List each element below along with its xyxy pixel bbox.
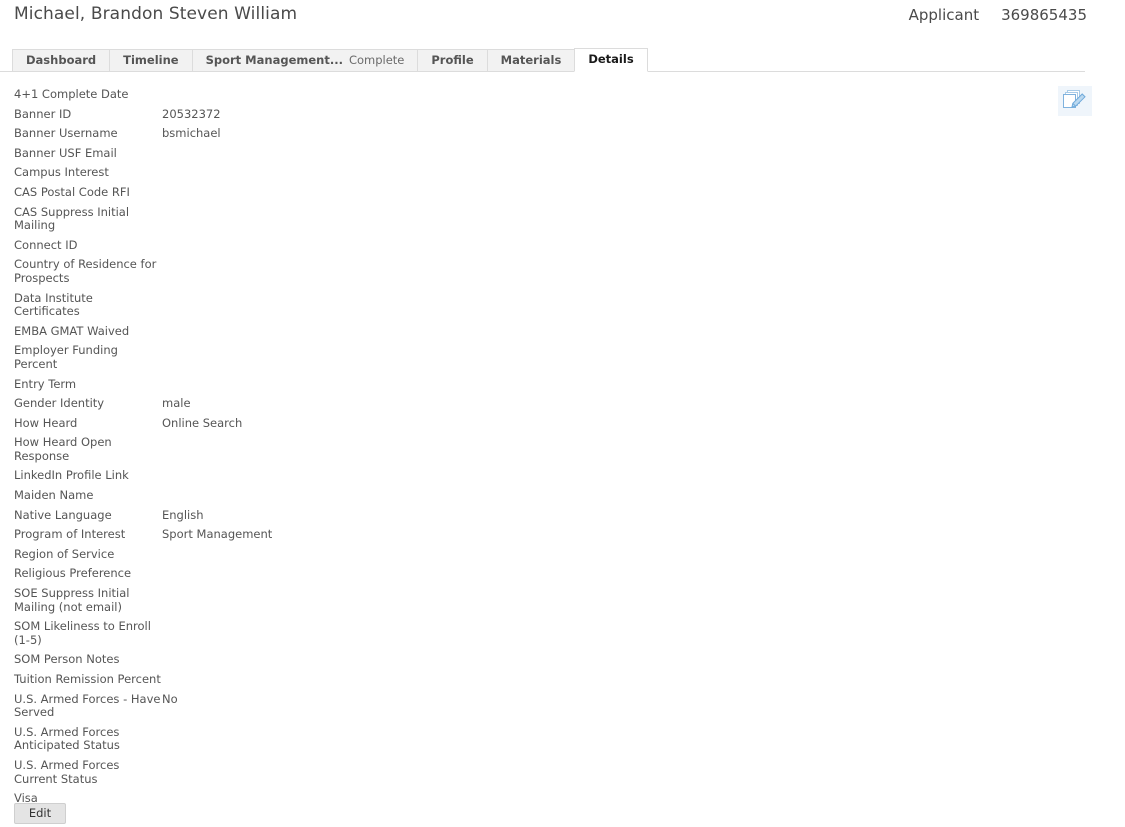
detail-row: Banner ID 20532372	[14, 106, 914, 122]
tab-label: Timeline	[123, 52, 179, 67]
detail-field-value: English	[162, 507, 204, 522]
detail-row: Banner Username bsmichael	[14, 127, 914, 141]
tab-bar: Dashboard Timeline Sport Management... Comp…	[0, 47, 1085, 72]
detail-row: Region of Service	[14, 546, 914, 562]
person-id-number: 369865435	[1001, 6, 1087, 24]
detail-field-label: Banner USF Email	[14, 145, 117, 160]
detail-row: Visa	[14, 792, 914, 806]
detail-row: Religious Preference	[14, 567, 914, 581]
detail-field-value: No	[162, 691, 178, 706]
detail-field-label: Banner ID	[14, 106, 72, 121]
detail-row: Program of Interest Sport Management	[14, 528, 914, 542]
detail-field-label: U.S. Armed Forces Current Status	[14, 757, 120, 786]
detail-field-label: Native Language	[14, 507, 112, 522]
detail-field-label: Region of Service	[14, 546, 115, 561]
detail-field-label: Connect ID	[14, 237, 78, 252]
detail-row: U.S. Armed Forces Current Status	[14, 757, 914, 786]
detail-row: 4+1 Complete Date	[14, 87, 914, 102]
detail-row: Data Institute Certificates	[14, 290, 914, 319]
detail-row: SOM Likeliness to Enroll (1-5)	[14, 619, 914, 647]
tab-label: Materials	[500, 52, 562, 67]
edit-documents-pencil-icon[interactable]	[1058, 86, 1092, 116]
tab-timeline[interactable]: Timeline	[109, 49, 192, 72]
detail-field-label: Campus Interest	[14, 165, 109, 180]
detail-field-label: CAS Suppress Initial Mailing	[14, 204, 130, 233]
detail-row: Country of Residence for Prospects	[14, 257, 914, 285]
detail-field-label: Banner Username	[14, 126, 118, 141]
detail-field-value: Online Search	[162, 415, 243, 430]
detail-row: Gender Identity male	[14, 396, 914, 411]
detail-field-label: Data Institute Certificates	[14, 290, 93, 319]
detail-row: CAS Postal Code RFI	[14, 184, 914, 200]
detail-row: EMBA GMAT Waived	[14, 323, 914, 339]
detail-field-label: CAS Postal Code RFI	[14, 184, 130, 199]
tab-status-label: Complete	[348, 52, 405, 67]
detail-field-label: Employer Funding Percent	[14, 343, 118, 371]
detail-field-label: EMBA GMAT Waived	[14, 323, 130, 338]
detail-field-label: LinkedIn Profile Link	[14, 468, 129, 483]
detail-field-label: Gender Identity	[14, 396, 105, 411]
person-role-label: Applicant	[908, 6, 980, 24]
tab-sport-management[interactable]: Sport Management... Complete	[191, 49, 418, 72]
detail-field-label: Maiden Name	[14, 488, 94, 503]
detail-row: Connect ID	[14, 237, 914, 253]
detail-field-label: Religious Preference	[14, 566, 132, 581]
tab-materials[interactable]: Materials	[486, 49, 575, 72]
detail-row: Campus Interest	[14, 166, 914, 180]
tab-list: Dashboard Timeline Sport Management... Comp…	[12, 48, 648, 72]
detail-field-value: 20532372	[162, 106, 221, 121]
detail-field-label: Tuition Remission Percent	[14, 672, 161, 686]
tab-details[interactable]: Details	[574, 48, 648, 72]
detail-row: CAS Suppress Initial Mailing	[14, 204, 914, 233]
detail-field-label: How Heard	[14, 415, 78, 430]
detail-field-label: SOM Person Notes	[14, 652, 120, 667]
detail-field-label: SOM Likeliness to Enroll (1-5)	[14, 619, 151, 647]
detail-field-label: How Heard Open Response	[14, 435, 112, 463]
page-header: Michael, Brandon Steven William Applican…	[0, 0, 1125, 40]
tab-label: Dashboard	[26, 52, 97, 67]
detail-row: SOM Person Notes	[14, 653, 914, 667]
detail-row: Native Language English	[14, 507, 914, 523]
detail-field-value: Sport Management	[162, 527, 273, 542]
detail-row: Entry Term	[14, 376, 914, 392]
detail-field-label: U.S. Armed Forces - Have Served	[14, 691, 161, 720]
detail-row: Employer Funding Percent	[14, 343, 914, 371]
detail-field-value: bsmichael	[162, 126, 221, 141]
detail-field-label: 4+1 Complete Date	[14, 87, 129, 101]
edit-button[interactable]: Edit	[14, 803, 66, 824]
page-title: Michael, Brandon Steven William	[14, 4, 298, 24]
detail-field-value: male	[162, 396, 191, 411]
detail-row: Tuition Remission Percent	[14, 672, 914, 687]
detail-row: Banner USF Email	[14, 145, 914, 161]
detail-row: U.S. Armed Forces - Have Served No	[14, 691, 914, 720]
detail-field-label: Entry Term	[14, 376, 77, 391]
detail-row: Maiden Name	[14, 488, 914, 503]
tab-label: Profile	[431, 52, 474, 67]
detail-field-label: Country of Residence for Prospects	[14, 257, 157, 285]
header-identity: Applicant 369865435	[909, 6, 1087, 24]
detail-field-label: Program of Interest	[14, 527, 126, 542]
detail-field-label: U.S. Armed Forces Anticipated Status	[14, 724, 120, 753]
tab-profile[interactable]: Profile	[417, 49, 487, 72]
detail-row: U.S. Armed Forces Anticipated Status	[14, 724, 914, 753]
detail-row: How Heard Online Search	[14, 415, 914, 431]
detail-row: How Heard Open Response	[14, 435, 914, 463]
detail-row: LinkedIn Profile Link	[14, 469, 914, 483]
tab-label: Details	[588, 52, 634, 67]
detail-row: SOE Suppress Initial Mailing (not email)	[14, 586, 914, 614]
tab-label: Sport Management...	[205, 52, 343, 67]
details-field-list: 4+1 Complete Date Banner ID 20532372 Banner…	[14, 87, 914, 812]
detail-field-label: SOE Suppress Initial Mailing (not email)	[14, 586, 130, 614]
tab-dashboard[interactable]: Dashboard	[12, 49, 110, 72]
